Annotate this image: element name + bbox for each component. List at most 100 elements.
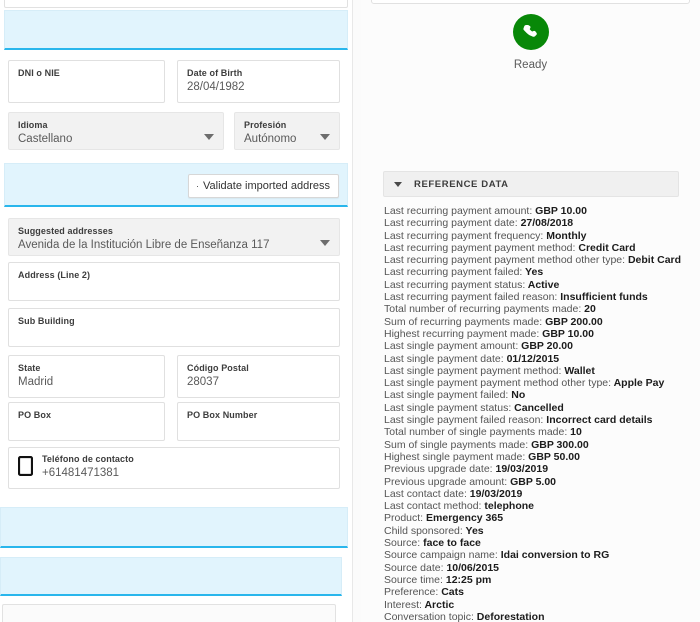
reference-data-value: Cancelled xyxy=(511,402,564,414)
softphone-status: Ready xyxy=(361,14,700,71)
section-banner-collapsed-1[interactable] xyxy=(0,507,348,548)
reference-data-row: Last contact date: 19/03/2019 xyxy=(384,488,694,500)
field-value: Avenida de la Institución Libre de Enseñ… xyxy=(18,238,318,253)
reference-data-value: GBP 50.00 xyxy=(525,451,580,463)
reference-data-row: Last single payment date: 01/12/2015 xyxy=(384,353,694,365)
triangle-down-icon[interactable] xyxy=(394,182,402,187)
field-codigo-postal[interactable]: Código Postal 28037 xyxy=(177,355,340,398)
field-date-of-birth[interactable]: Date of Birth 28/04/1982 xyxy=(177,60,340,103)
field-dni-o-nie[interactable]: DNI o NIE xyxy=(8,60,165,103)
chevron-down-icon[interactable] xyxy=(320,240,330,246)
reference-data-key: Last single payment payment method: xyxy=(384,365,561,377)
reference-data-value: Credit Card xyxy=(575,242,635,254)
field-label: State xyxy=(18,363,155,374)
reference-data-key: Source date: xyxy=(384,562,444,574)
reference-data-row: Total number of recurring payments made:… xyxy=(384,303,694,315)
check-circle-icon xyxy=(197,180,198,193)
field-label: Teléfono de contacto xyxy=(42,454,134,465)
reference-data-value: GBP 10.00 xyxy=(532,205,587,217)
section-banner-personal[interactable] xyxy=(4,10,348,50)
reference-data-value: GBP 20.00 xyxy=(518,340,573,352)
reference-data-row: Highest recurring payment made: GBP 10.0… xyxy=(384,328,694,340)
reference-data-row: Source date: 10/06/2015 xyxy=(384,562,694,574)
reference-data-row: Last recurring payment amount: GBP 10.00 xyxy=(384,205,694,217)
reference-data-row: Last single payment payment method other… xyxy=(384,377,694,389)
field-label: Date of Birth xyxy=(187,68,330,79)
phone-handset-icon[interactable] xyxy=(513,14,549,50)
validate-button-label: Validate imported address xyxy=(203,180,330,192)
field-address-line-2[interactable]: Address (Line 2) xyxy=(8,262,340,301)
reference-data-key: Last single payment date: xyxy=(384,353,504,365)
reference-data-value: Insufficient funds xyxy=(557,291,647,303)
reference-data-key: Last single payment payment method other… xyxy=(384,377,611,389)
reference-data-value: 20 xyxy=(581,303,596,315)
reference-data-value: telephone xyxy=(481,500,534,512)
chevron-down-icon[interactable] xyxy=(204,134,214,140)
section-banner-collapsed-2[interactable] xyxy=(0,557,342,596)
field-label: Profesión xyxy=(244,120,330,131)
reference-data-value: Emergency 365 xyxy=(423,512,503,524)
reference-data-list: Last recurring payment amount: GBP 10.00… xyxy=(384,205,694,622)
reference-data-value: GBP 200.00 xyxy=(542,316,603,328)
reference-data-row: Previous upgrade date: 19/03/2019 xyxy=(384,463,694,475)
reference-data-row: Sum of single payments made: GBP 300.00 xyxy=(384,439,694,451)
reference-data-row: Last single payment payment method: Wall… xyxy=(384,365,694,377)
chevron-down-icon[interactable] xyxy=(320,134,330,140)
field-suggested-addresses[interactable]: Suggested addresses Avenida de la Instit… xyxy=(8,218,340,256)
reference-data-row: Source: face to face xyxy=(384,537,694,549)
field-state[interactable]: State Madrid xyxy=(8,355,165,398)
reference-data-value: 12:25 pm xyxy=(443,574,491,586)
field-label: DNI o NIE xyxy=(18,68,155,79)
reference-data-key: Sum of single payments made: xyxy=(384,439,528,451)
reference-data-key: Last single payment status: xyxy=(384,402,511,414)
reference-data-value: Debit Card xyxy=(625,254,681,266)
field-value: Autónomo xyxy=(244,132,330,147)
reference-data-key: Last recurring payment failed: xyxy=(384,266,522,278)
reference-data-key: Conversation topic: xyxy=(384,611,474,622)
reference-data-value: Active xyxy=(525,279,559,291)
reference-data-row: Last recurring payment payment method ot… xyxy=(384,254,694,266)
reference-data-key: Child sponsored: xyxy=(384,525,463,537)
reference-data-row: Interest: Arctic xyxy=(384,599,694,611)
reference-data-row: Last recurring payment frequency: Monthl… xyxy=(384,230,694,242)
reference-data-row: Last single payment failed reason: Incor… xyxy=(384,414,694,426)
field-label: PO Box Number xyxy=(187,410,330,421)
app-root: DNI o NIE Date of Birth 28/04/1982 Idiom… xyxy=(0,0,700,622)
reference-data-value: 10/06/2015 xyxy=(444,562,499,574)
reference-data-row: Highest single payment made: GBP 50.00 xyxy=(384,451,694,463)
reference-data-row: Last contact method: telephone xyxy=(384,500,694,512)
reference-data-row: Total number of single payments made: 10 xyxy=(384,426,694,438)
field-telefono-de-contacto[interactable]: Teléfono de contacto +61481471381 xyxy=(8,447,340,489)
reference-data-value: Monthly xyxy=(543,230,586,242)
field-po-box[interactable]: PO Box xyxy=(8,402,165,441)
reference-data-key: Last recurring payment status: xyxy=(384,279,525,291)
softphone-status-label: Ready xyxy=(361,59,700,71)
reference-data-title: REFERENCE DATA xyxy=(414,179,509,190)
column-gutter xyxy=(353,0,361,622)
field-label: Suggested addresses xyxy=(18,226,330,237)
reference-data-value: Incorrect card details xyxy=(543,414,652,426)
left-form-column: DNI o NIE Date of Birth 28/04/1982 Idiom… xyxy=(0,0,352,622)
reference-data-key: Highest recurring payment made: xyxy=(384,328,539,340)
reference-data-value: Wallet xyxy=(561,365,594,377)
reference-data-value: Yes xyxy=(463,525,484,537)
reference-data-value: Apple Pay xyxy=(611,377,664,389)
reference-data-value: face to face xyxy=(420,537,481,549)
reference-data-section-header[interactable]: REFERENCE DATA xyxy=(383,171,679,197)
field-idioma[interactable]: Idioma Castellano xyxy=(8,112,224,150)
reference-data-row: Last recurring payment failed: Yes xyxy=(384,266,694,278)
field-po-box-number[interactable]: PO Box Number xyxy=(177,402,340,441)
reference-data-row: Last single payment status: Cancelled xyxy=(384,402,694,414)
reference-data-value: 01/12/2015 xyxy=(504,353,559,365)
reference-data-key: Last single payment amount: xyxy=(384,340,518,352)
reference-data-key: Previous upgrade date: xyxy=(384,463,493,475)
reference-data-key: Last recurring payment payment method ot… xyxy=(384,254,625,266)
reference-data-key: Last contact date: xyxy=(384,488,467,500)
reference-data-row: Source campaign name: Idai conversion to… xyxy=(384,549,694,561)
reference-data-value: 19/03/2019 xyxy=(493,463,548,475)
reference-data-value: No xyxy=(508,389,525,401)
reference-data-key: Interest: xyxy=(384,599,422,611)
field-sub-building[interactable]: Sub Building xyxy=(8,308,340,347)
field-profesion[interactable]: Profesión Autónomo xyxy=(234,112,340,150)
validate-imported-address-button[interactable]: Validate imported address xyxy=(188,174,339,198)
